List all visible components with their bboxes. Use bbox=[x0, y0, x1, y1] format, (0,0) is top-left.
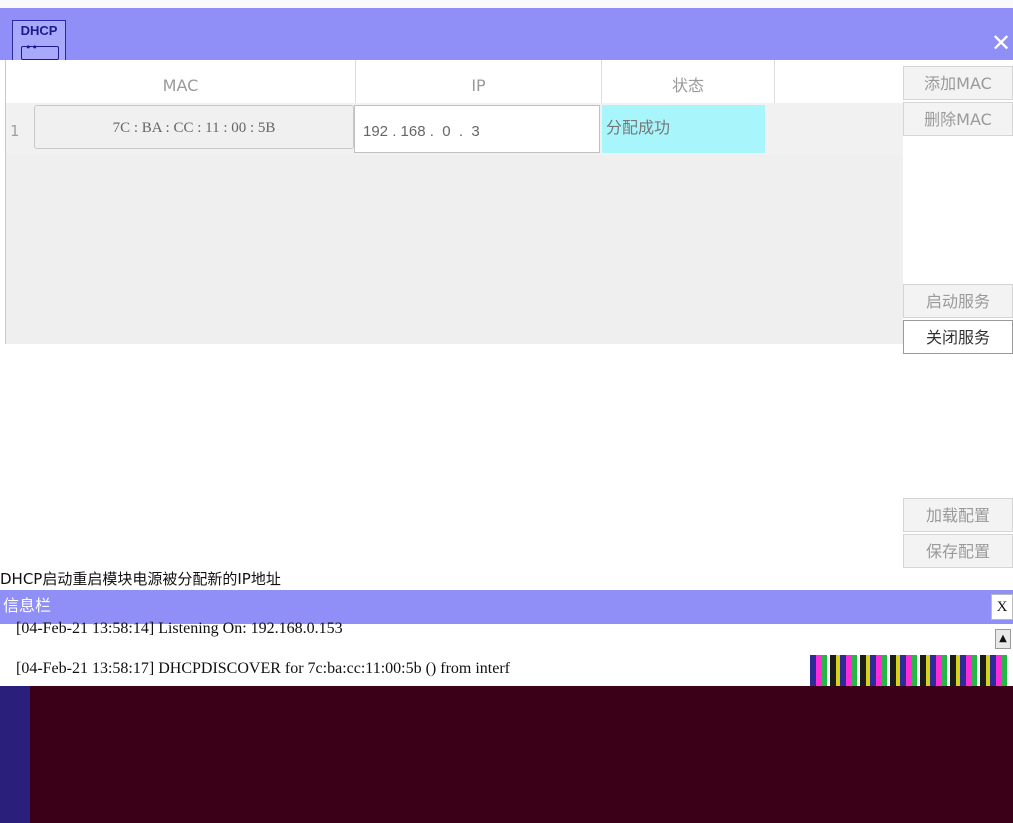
status-message: DHCP启动重启模块电源被分配新的IP地址 bbox=[0, 570, 281, 588]
mac-address-field[interactable]: 7C : BA : CC : 11 : 00 : 5B bbox=[34, 105, 354, 149]
table-header: MAC IP 状态 bbox=[6, 60, 903, 104]
column-header-status[interactable]: 状态 bbox=[602, 60, 775, 103]
delete-mac-button[interactable]: 删除MAC bbox=[903, 102, 1013, 136]
info-panel-title: 信息栏 bbox=[3, 596, 52, 615]
row-index: 1 bbox=[10, 122, 20, 140]
artifact-region bbox=[0, 686, 1013, 823]
logo-text: DHCP bbox=[20, 23, 58, 38]
table-row[interactable]: 1 7C : BA : CC : 11 : 00 : 5B 192 . 168 … bbox=[6, 103, 903, 155]
info-panel-header: 信息栏 X bbox=[0, 590, 1013, 624]
rendering-artifact bbox=[810, 655, 1010, 687]
log-line: [04-Feb-21 13:58:14] Listening On: 192.1… bbox=[16, 620, 343, 637]
start-service-button[interactable]: 启动服务 bbox=[903, 284, 1013, 318]
column-header-ip[interactable]: IP bbox=[356, 60, 602, 103]
stop-service-button[interactable]: 关闭服务 bbox=[903, 320, 1013, 354]
close-window-button[interactable]: ✕ bbox=[991, 26, 1013, 60]
save-config-button[interactable]: 保存配置 bbox=[903, 534, 1013, 568]
ip-address-field[interactable]: 192 . 168 . 0 . 3 bbox=[354, 105, 600, 153]
dhcp-logo-icon: DHCP bbox=[12, 20, 66, 64]
title-bar: DHCP ✕ bbox=[0, 8, 1013, 64]
mac-ip-table: MAC IP 状态 1 7C : BA : CC : 11 : 00 : 5B … bbox=[5, 60, 903, 344]
log-line: [04-Feb-21 13:58:17] DHCPDISCOVER for 7c… bbox=[16, 660, 510, 677]
add-mac-button[interactable]: 添加MAC bbox=[903, 66, 1013, 100]
network-device-icon bbox=[21, 41, 59, 60]
artifact-region-left bbox=[0, 686, 30, 823]
column-header-mac[interactable]: MAC bbox=[6, 60, 356, 103]
info-panel-close-button[interactable]: X bbox=[991, 594, 1013, 620]
status-cell: 分配成功 bbox=[602, 105, 765, 153]
load-config-button[interactable]: 加载配置 bbox=[903, 498, 1013, 532]
scroll-up-arrow-icon[interactable]: ▲ bbox=[995, 629, 1011, 649]
